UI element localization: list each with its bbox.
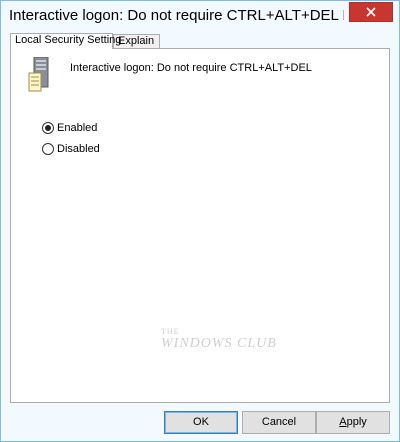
radio-button-checked[interactable]: [42, 122, 54, 134]
ok-button[interactable]: OK: [164, 411, 238, 434]
watermark-line1: THE: [161, 327, 180, 336]
server-policy-icon: [28, 57, 49, 92]
close-icon: [366, 7, 376, 17]
tab-local-security-setting[interactable]: Local Security Setting: [10, 33, 121, 49]
window-title: Interactive logon: Do not require CTRL+A…: [9, 7, 344, 24]
radio-button-unchecked[interactable]: [42, 143, 54, 155]
apply-label-rest: pply: [346, 416, 367, 428]
disabled-label[interactable]: Disabled: [57, 143, 100, 155]
apply-accelerator: A: [339, 416, 347, 428]
apply-button[interactable]: Apply: [316, 411, 390, 434]
close-button[interactable]: [349, 2, 393, 22]
tab-panel: Interactive logon: Do not require CTRL+A…: [10, 48, 390, 403]
enabled-radio[interactable]: Enabled: [42, 122, 97, 134]
watermark-line2: WINDOWS CLUB: [161, 336, 277, 351]
disabled-radio[interactable]: Disabled: [42, 143, 100, 155]
tab-strip: Local Security Setting Explain: [10, 33, 390, 49]
title-bar[interactable]: Interactive logon: Do not require CTRL+A…: [1, 1, 399, 31]
enabled-label[interactable]: Enabled: [57, 122, 97, 134]
tab-label: Explain: [118, 35, 155, 47]
properties-dialog: Interactive logon: Do not require CTRL+A…: [0, 0, 400, 442]
watermark-logo: THE WINDOWS CLUB: [157, 327, 276, 357]
tab-label: Local Security Setting: [15, 34, 122, 46]
cancel-button[interactable]: Cancel: [242, 411, 316, 434]
policy-name: Interactive logon: Do not require CTRL+A…: [70, 62, 312, 74]
